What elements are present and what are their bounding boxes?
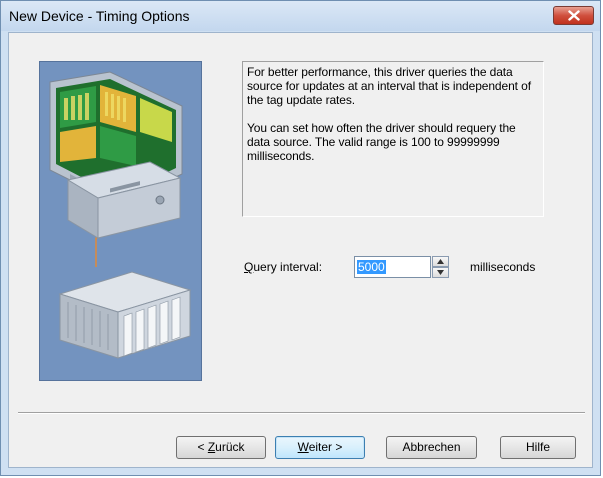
spinner-down-button[interactable] [432,267,449,278]
next-button[interactable]: Weiter > [275,436,365,459]
back-button-prefix: < [197,440,208,454]
computer-network-icon [40,62,201,380]
back-button-rest: urück [215,440,245,454]
spinner-up-button[interactable] [432,256,449,267]
query-interval-label-rest: uery interval: [253,260,323,274]
next-button-accel: W [297,440,309,454]
separator-line [18,412,585,414]
arrow-down-icon [437,270,444,275]
title-bar[interactable]: New Device - Timing Options [1,1,600,31]
dialog-window: New Device - Timing Options For better p… [0,0,601,476]
query-interval-label: Query interval: [244,260,322,274]
close-button[interactable] [553,6,594,25]
computer-device-illustration [39,61,202,381]
description-text: For better performance, this driver quer… [247,65,531,163]
dialog-client-area: For better performance, this driver quer… [8,32,593,468]
back-button[interactable]: < Zurück [176,436,266,459]
cancel-button[interactable]: Abbrechen [386,436,477,459]
description-box: For better performance, this driver quer… [242,61,544,217]
milliseconds-label: milliseconds [470,260,536,274]
close-icon [568,10,580,21]
next-button-rest: eiter > [308,440,343,454]
help-button[interactable]: Hilfe [500,436,576,459]
query-interval-label-accel: Q [244,260,254,274]
arrow-up-icon [437,259,444,264]
query-interval-value: 5000 [357,260,386,274]
query-interval-spinner[interactable] [432,256,449,278]
query-interval-input[interactable]: 5000 [354,256,431,278]
window-title: New Device - Timing Options [9,8,190,24]
